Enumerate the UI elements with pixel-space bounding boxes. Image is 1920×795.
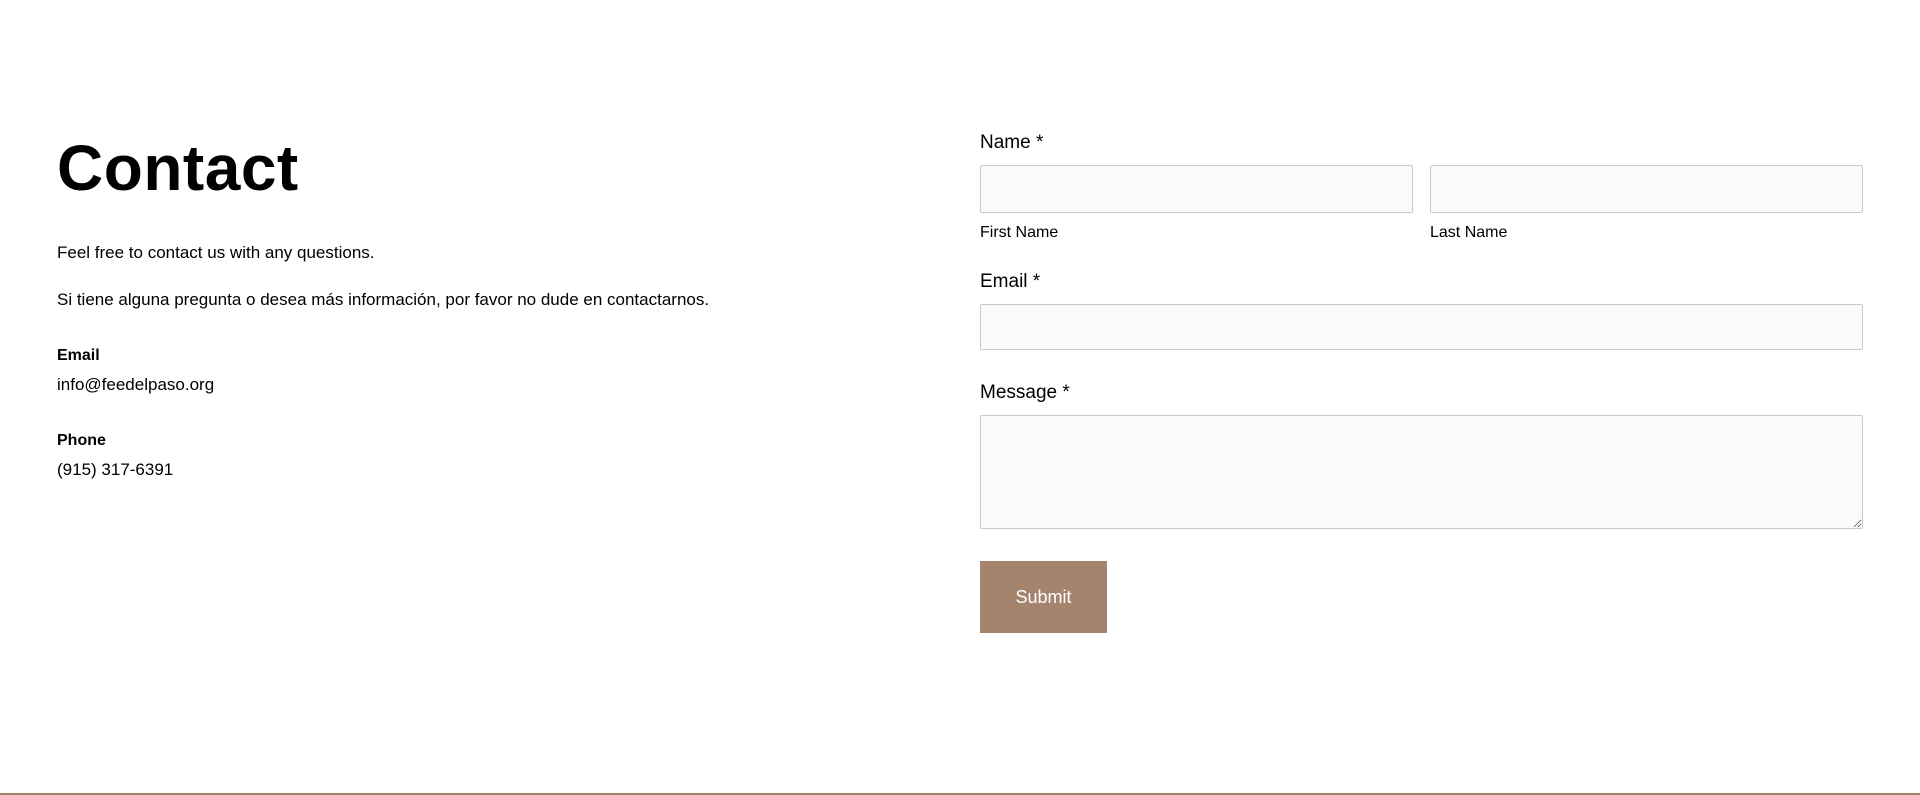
email-info-value: info@feedelpaso.org [57,375,215,394]
first-name-label: First Name [980,224,1059,241]
email-group: Email * [980,269,1863,350]
last-name-column: Last Name [1430,165,1863,244]
name-group: Name * First Name Last Name [980,130,1863,244]
email-input[interactable] [980,304,1863,350]
contact-form: Name * First Name Last Name Email * Mess… [980,130,1863,633]
phone-info-value: (915) 317-6391 [57,460,174,479]
first-name-input[interactable] [980,165,1413,213]
intro-spanish: Si tiene alguna pregunta o desea más inf… [57,290,710,309]
message-group: Message * [980,380,1863,529]
contact-page: Contact Feel free to contact us with any… [0,0,1920,795]
page-title: Contact [57,132,299,204]
submit-button[interactable]: Submit [980,561,1107,633]
name-row: First Name Last Name [980,165,1863,244]
phone-info-label: Phone [57,432,106,449]
message-label: Message * [980,382,1070,403]
last-name-label: Last Name [1430,224,1508,241]
contact-info: Contact Feel free to contact us with any… [57,128,877,515]
name-label: Name * [980,132,1044,153]
email-info-label: Email [57,347,100,364]
last-name-input[interactable] [1430,165,1863,213]
first-name-column: First Name [980,165,1413,244]
email-label: Email * [980,271,1041,292]
message-textarea[interactable] [980,415,1863,529]
intro-english: Feel free to contact us with any questio… [57,243,375,262]
